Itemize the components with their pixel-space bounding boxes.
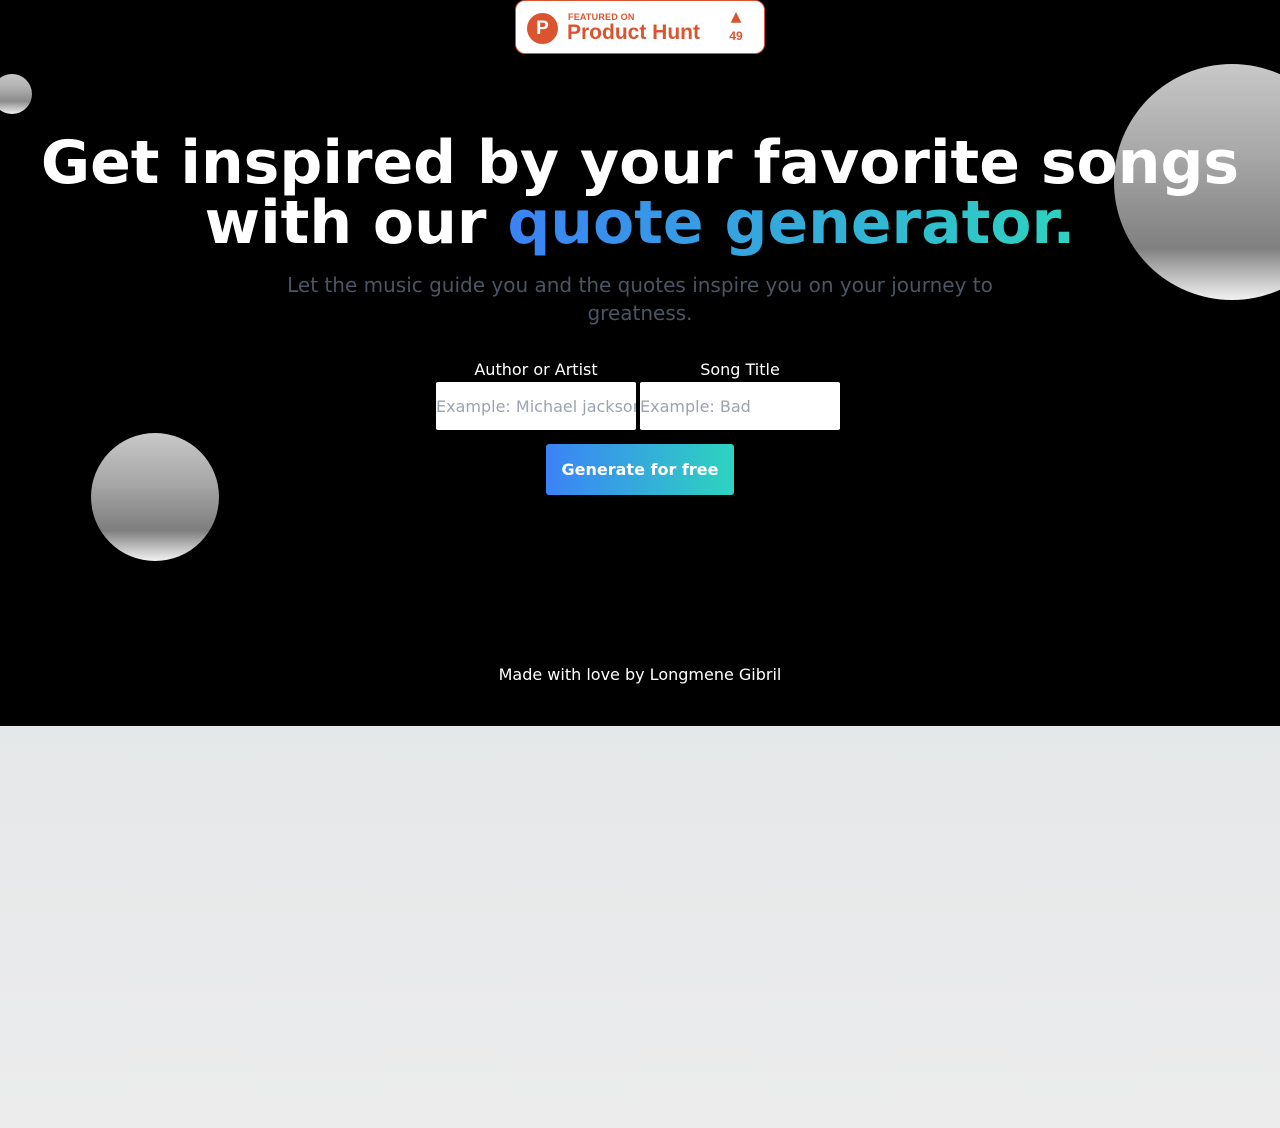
decorative-sphere (0, 74, 32, 114)
page-title: Get inspired by your favorite songs with … (0, 133, 1280, 253)
author-field-label: Author or Artist (474, 360, 598, 379)
author-input[interactable] (436, 382, 636, 430)
product-hunt-logo-icon: P (527, 13, 558, 44)
badge-name: Product Hunt (567, 21, 700, 44)
song-title-field-label: Song Title (700, 360, 780, 379)
song-title-input[interactable] (640, 382, 840, 430)
upvote-arrow-icon: ▲ (730, 9, 742, 25)
headline-highlight: quote generator. (507, 188, 1076, 258)
upvote-count: 49 (729, 29, 743, 43)
generate-button[interactable]: Generate for free (546, 444, 734, 495)
decorative-sphere (91, 433, 219, 561)
headline-line-2-prefix: with our (204, 188, 487, 258)
footer-credit: Made with love by Longmene Gibril (498, 665, 782, 684)
hero-section: P FEATURED ON Product Hunt ▲ 49 Get insp… (0, 0, 1280, 726)
page-subtitle: Let the music guide you and the quotes i… (287, 273, 993, 325)
product-hunt-badge[interactable]: P FEATURED ON Product Hunt ▲ 49 (515, 0, 765, 54)
